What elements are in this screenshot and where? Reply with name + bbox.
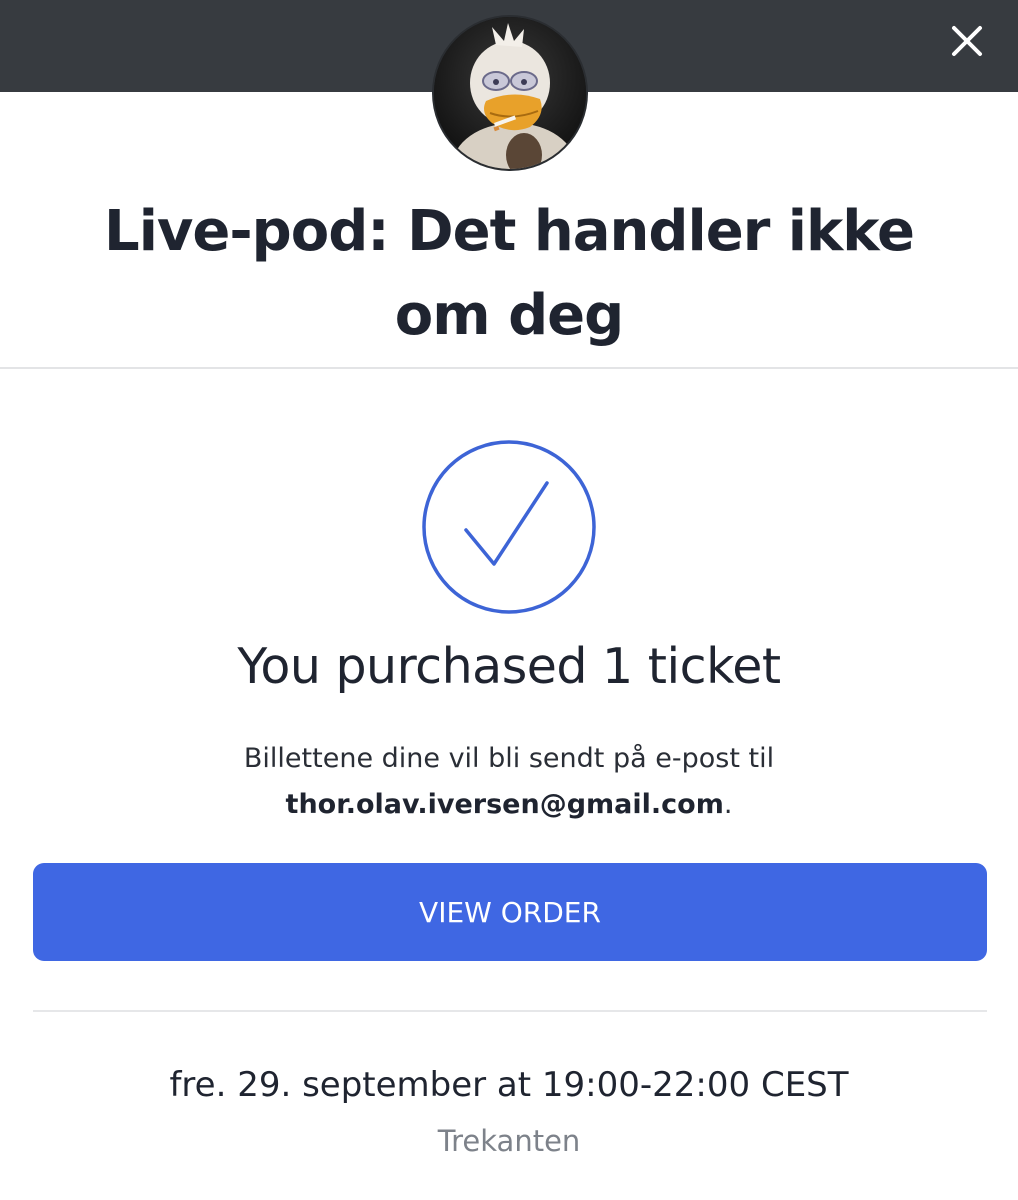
email-note-period: .: [723, 789, 733, 820]
close-icon[interactable]: [944, 18, 990, 64]
email-delivery-note: Billettene dine vil bli sendt på e-post …: [40, 736, 978, 828]
success-indicator: [420, 438, 598, 616]
event-title: Live-pod: Det handler ikke om deg: [104, 199, 915, 348]
event-datetime: fre. 29. september at 19:00-22:00 CEST: [169, 1065, 849, 1105]
event-avatar: [434, 17, 586, 169]
close-button[interactable]: [944, 18, 990, 64]
header-divider: [0, 367, 1018, 369]
recipient-email: thor.olav.iversen@gmail.com: [285, 789, 724, 820]
details-divider: [33, 1010, 987, 1012]
event-venue: Trekanten: [437, 1124, 581, 1158]
duck-avatar-icon: [434, 17, 586, 169]
checkmark-circle-icon: [422, 440, 596, 614]
view-order-button[interactable]: VIEW ORDER: [33, 863, 987, 961]
purchase-confirmation-heading: You purchased 1 ticket: [237, 638, 781, 695]
email-note-text: Billettene dine vil bli sendt på e-post …: [243, 743, 775, 774]
